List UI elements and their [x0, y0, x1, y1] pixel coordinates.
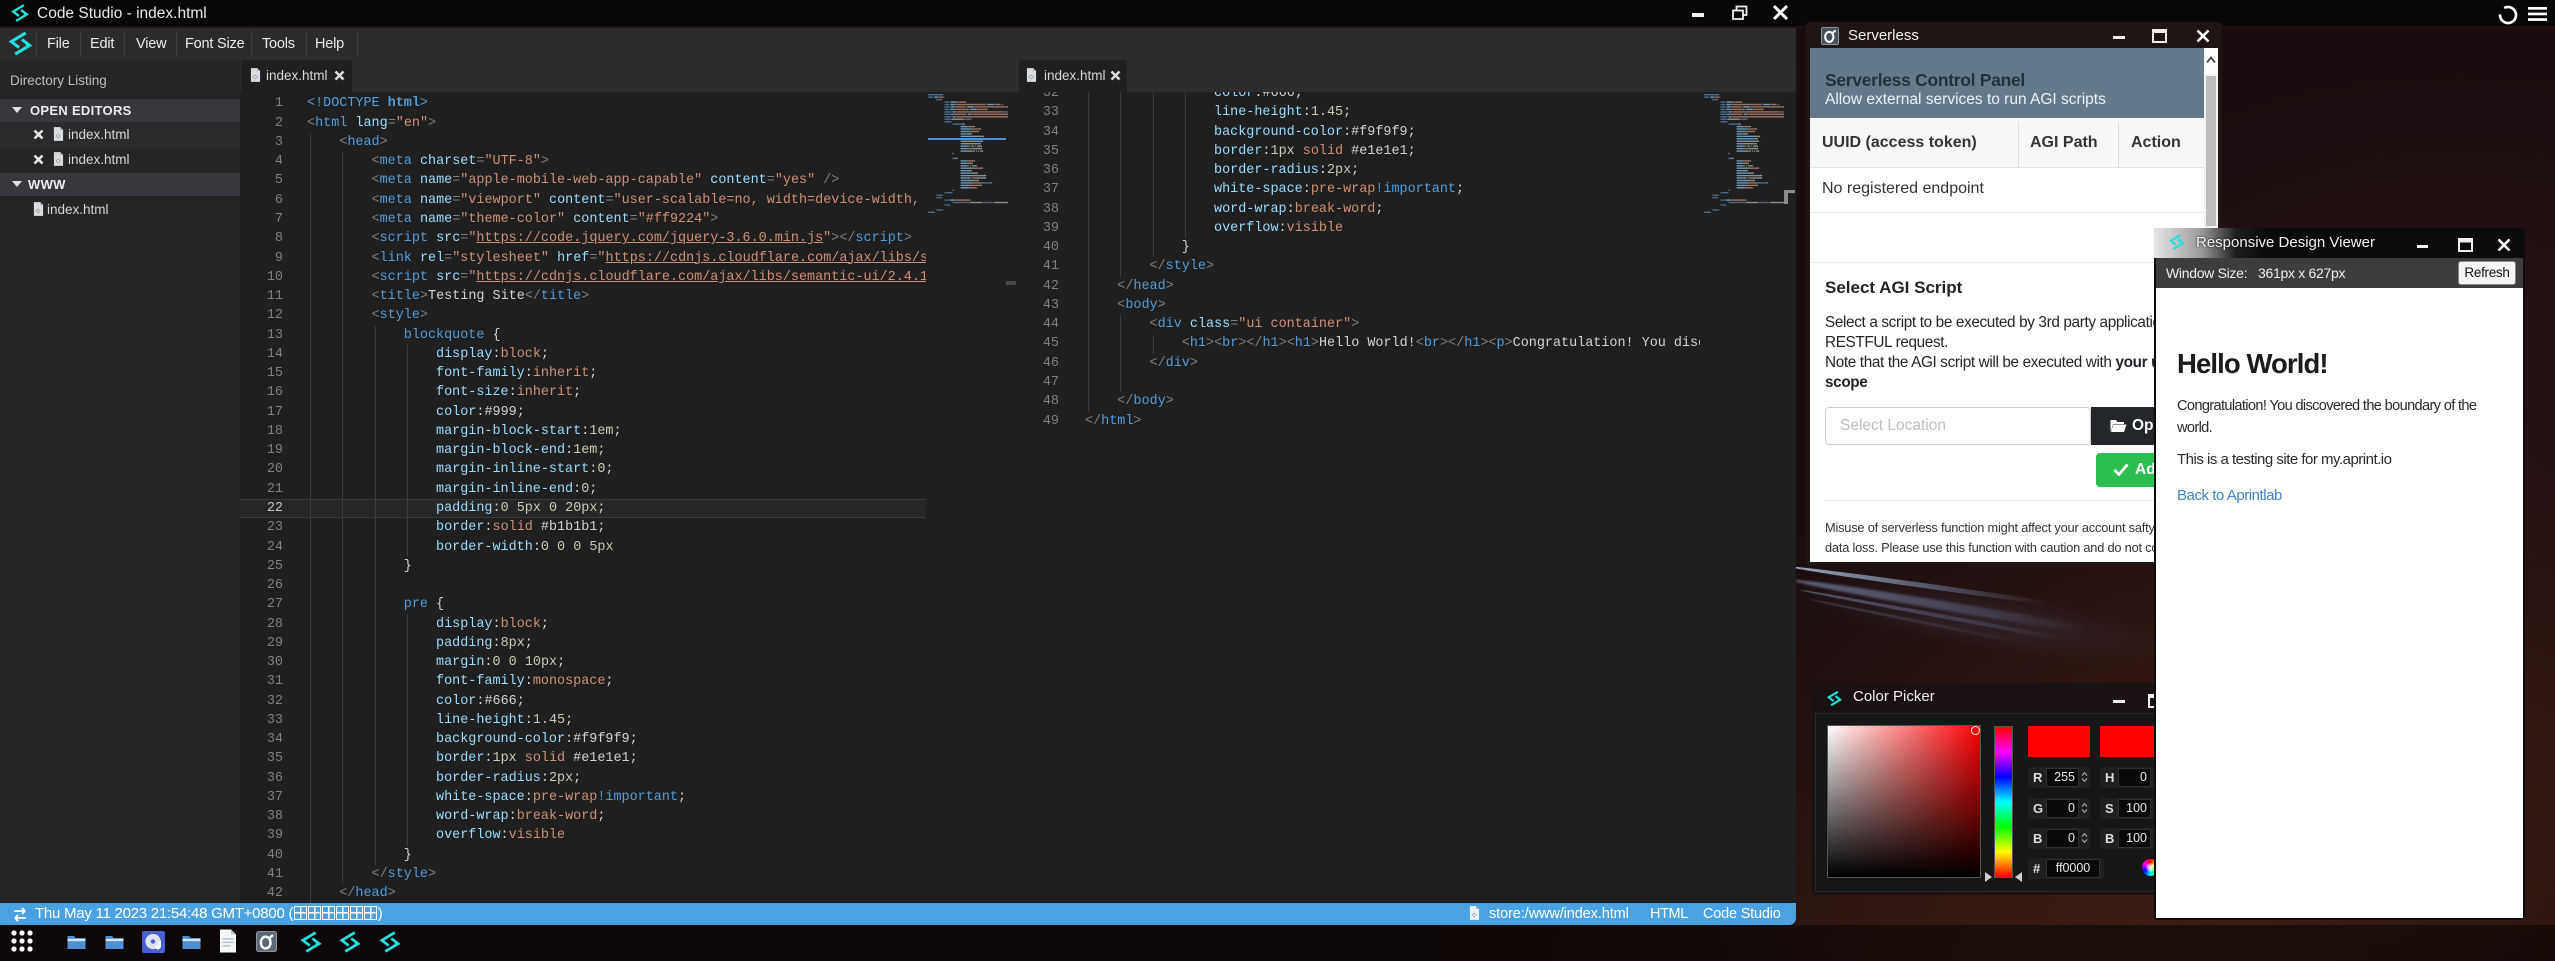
- svg-text:◇: ◇: [1472, 913, 1477, 919]
- svg-text:◇: ◇: [36, 209, 41, 215]
- svg-text:◇: ◇: [1029, 75, 1034, 81]
- svg-text:◇: ◇: [253, 75, 258, 81]
- svg-text:◇: ◇: [56, 134, 61, 140]
- svg-text:◇: ◇: [56, 159, 61, 165]
